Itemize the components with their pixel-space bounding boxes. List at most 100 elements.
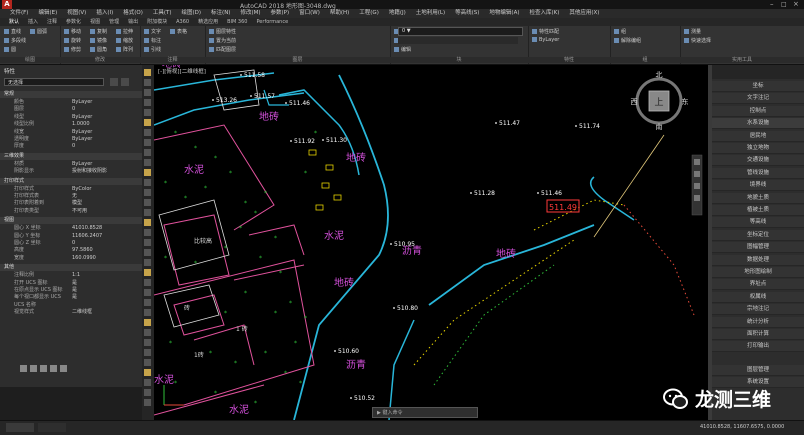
menu-item[interactable]: 视图(V) (67, 9, 86, 18)
cass-menu-item[interactable]: 面积计算 (712, 329, 804, 340)
selection-dropdown[interactable]: 无选择 (4, 78, 104, 86)
tool-icon[interactable] (144, 89, 151, 96)
cass-menu-item[interactable]: 统计分析 (712, 316, 804, 328)
ribbon-button[interactable]: 移动 (64, 28, 81, 35)
ribbon-tab[interactable]: 精选应用 (198, 18, 218, 26)
tool-icon[interactable] (144, 279, 151, 286)
cass-menu-item[interactable]: 图幅管理 (712, 242, 804, 254)
ribbon-button[interactable]: 旋转 (64, 37, 81, 44)
property-value[interactable]: 是 (72, 294, 77, 301)
property-row[interactable]: 线宽 ByLayer (0, 129, 142, 136)
property-value[interactable]: 模型 (72, 200, 82, 207)
property-row[interactable]: 阴影显示 投射和接收阴影 (0, 168, 142, 175)
cass-menu-item[interactable]: 等高线 (712, 217, 804, 229)
material-label[interactable]: 沥青 (402, 244, 422, 257)
ribbon-tab[interactable]: 视图 (90, 18, 100, 26)
cass-menu-item[interactable]: 宗地注记 (712, 304, 804, 316)
elevation-label[interactable]: 511.28 (474, 190, 495, 197)
select-objects-icon[interactable] (121, 78, 129, 86)
material-label[interactable]: 水泥 (229, 403, 249, 416)
property-value[interactable]: 97.5860 (72, 247, 93, 254)
property-row[interactable]: 打印表类型 不可用 (0, 208, 142, 215)
tool-icon[interactable] (144, 359, 151, 366)
tool-icon[interactable] (144, 339, 151, 346)
ribbon-group-label[interactable]: 修改 (60, 57, 140, 63)
tool-icon[interactable] (144, 319, 151, 326)
command-line[interactable]: ▶ 键入命令 (372, 407, 478, 418)
elevation-label[interactable]: 511.30 (326, 137, 347, 144)
tool-icon[interactable] (144, 219, 151, 226)
ribbon-group-label[interactable]: 图层 (205, 57, 390, 63)
property-value[interactable]: 1.0000 (72, 121, 90, 128)
ribbon-button[interactable]: 直线 (4, 28, 21, 35)
ribbon-button[interactable]: 快速选择 (684, 37, 711, 44)
tool-icon[interactable] (144, 399, 151, 406)
ribbon-group-label[interactable]: 组 (610, 57, 680, 63)
menu-item[interactable]: 等高线(S) (455, 9, 479, 18)
property-row[interactable]: 宽度 160.0990 (0, 255, 142, 262)
material-label[interactable]: 水泥 (154, 373, 174, 386)
ribbon-button[interactable]: 测量 (684, 28, 701, 35)
property-value[interactable]: 二维线框 (72, 309, 92, 316)
navigation-bar[interactable] (691, 154, 703, 216)
elevation-label[interactable]: 511.46 (541, 190, 562, 197)
tool-icon[interactable] (144, 249, 151, 256)
property-row[interactable]: 注释比例 1:1 (0, 272, 142, 279)
property-row[interactable]: 厚度 0 (0, 143, 142, 150)
ribbon-tab[interactable]: 注释 (47, 18, 57, 26)
tool-icon[interactable] (144, 209, 151, 216)
property-row[interactable]: 视觉样式 二维线框 (0, 309, 142, 316)
tool-icon[interactable] (144, 199, 151, 206)
menu-item[interactable]: 标注(N) (211, 9, 230, 18)
cass-menu-item[interactable]: 独立地物 (712, 143, 804, 154)
ribbon-tab[interactable]: 默认 (9, 18, 19, 26)
elevation-label[interactable]: 510.80 (397, 305, 418, 312)
tool-icon[interactable] (144, 179, 151, 186)
compass-south[interactable]: 南 (656, 122, 663, 131)
material-label[interactable]: 沥青 (346, 358, 366, 371)
property-row[interactable]: 在原点显示 UCS 图标 是 (0, 287, 142, 294)
property-value[interactable]: 是 (72, 280, 77, 287)
menu-item[interactable]: 格式(O) (123, 9, 143, 18)
property-row[interactable]: 高度 97.5860 (0, 247, 142, 254)
property-row[interactable]: 圆心 X 坐标 41010.8528 (0, 225, 142, 232)
ribbon-button[interactable]: 置为当前 (209, 37, 236, 44)
ribbon-group-label[interactable]: 特性 (528, 57, 610, 63)
layout-tab[interactable] (38, 423, 66, 432)
cass-menu-item[interactable]: 境界线 (712, 180, 804, 192)
tool-icon[interactable] (144, 289, 151, 296)
property-value[interactable]: ByLayer (72, 161, 92, 168)
menu-item[interactable]: 文件(F) (10, 9, 28, 18)
cass-menu-item[interactable]: 坐标 (712, 81, 804, 92)
building-label[interactable]: 砖 (184, 304, 190, 312)
cass-menu-item[interactable]: 权属线 (712, 291, 804, 303)
tool-icon[interactable] (144, 349, 151, 356)
cass-menu-item[interactable]: 地貌土质 (712, 192, 804, 204)
tool-icon[interactable] (144, 169, 151, 176)
elevation-label[interactable]: 511.58 (244, 72, 265, 79)
tool-icon[interactable] (144, 79, 151, 86)
property-value[interactable]: ByLayer (72, 99, 92, 106)
ribbon-button[interactable]: 编辑 (394, 46, 411, 53)
property-value[interactable]: ByColor (72, 186, 91, 193)
tool-icon[interactable] (144, 299, 151, 306)
ribbon-group-label[interactable]: 实用工具 (680, 57, 804, 63)
cass-menu-item[interactable]: 水系设施 (712, 118, 804, 130)
tool-icon[interactable] (144, 119, 151, 126)
close-icon[interactable]: × (793, 0, 799, 9)
palette-tool-icon[interactable] (30, 365, 37, 372)
cass-menu-item[interactable]: 管线设施 (712, 167, 804, 179)
ribbon-tab[interactable]: BIM 360 (227, 18, 247, 26)
property-value[interactable]: 是 (72, 287, 77, 294)
menu-item[interactable]: 编辑(E) (38, 9, 57, 18)
menu-item[interactable]: 插入(I) (96, 9, 113, 18)
property-row[interactable]: 线型 ByLayer (0, 114, 142, 121)
tool-icon[interactable] (144, 269, 151, 276)
material-label[interactable]: 水泥 (184, 163, 204, 176)
property-row[interactable]: 透明度 ByLayer (0, 136, 142, 143)
ribbon-button[interactable]: 解除编组 (614, 37, 641, 44)
property-row[interactable]: 打印表附着到 模型 (0, 200, 142, 207)
minimize-icon[interactable]: – (770, 0, 774, 8)
menu-item[interactable]: 地籍(J) (389, 9, 406, 18)
ribbon-button[interactable]: 修剪 (64, 46, 81, 53)
